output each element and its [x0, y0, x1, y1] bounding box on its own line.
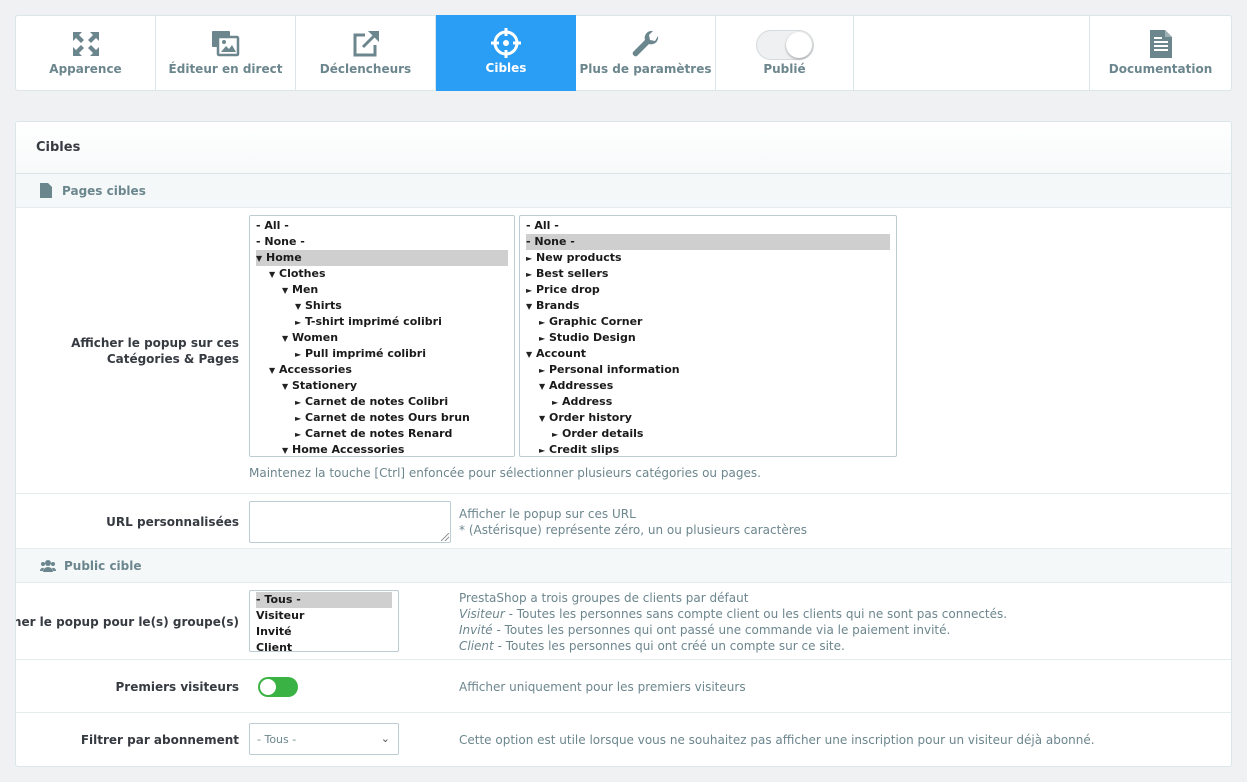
- list-option[interactable]: ► Studio Design: [526, 330, 890, 346]
- tab-label: Éditeur en direct: [168, 62, 283, 76]
- tab-targets[interactable]: Cibles: [436, 15, 576, 91]
- list-option[interactable]: ▼ Order history: [526, 410, 890, 426]
- groups-help: PrestaShop a trois groupes de clients pa…: [459, 591, 1008, 653]
- list-option[interactable]: ▼ Home: [256, 250, 508, 266]
- toolbar-spacer: [854, 16, 1090, 90]
- list-option[interactable]: ▼ Addresses: [526, 378, 890, 394]
- list-option[interactable]: - None -: [526, 234, 890, 250]
- list-option[interactable]: ▼ Account: [526, 346, 890, 362]
- list-option[interactable]: ▼ Stationery: [256, 378, 508, 394]
- first-visitors-row: Premiers visiteurs Afficher uniquement p…: [16, 660, 1231, 713]
- tab-label: Documentation: [1108, 62, 1213, 76]
- published-label: Publié: [763, 62, 806, 76]
- list-option[interactable]: Visiteur: [256, 608, 392, 624]
- subscription-select[interactable]: - Tous - ⌄: [249, 723, 399, 755]
- tab-triggers[interactable]: Déclencheurs: [296, 16, 436, 90]
- list-option[interactable]: ▼ Clothes: [256, 266, 508, 282]
- categories-listbox[interactable]: - All -- None - ▼ Home ▼ Clothes ▼ Men ▼ Shirts ►…: [249, 215, 515, 457]
- tab-more-settings[interactable]: Plus de paramètres: [576, 16, 716, 90]
- list-option[interactable]: - All -: [526, 218, 890, 234]
- section-target-audience: Public cible: [16, 549, 1231, 583]
- external-link-icon: [350, 28, 382, 60]
- tab-label: Déclencheurs: [319, 62, 412, 76]
- list-option[interactable]: ▼ Shirts: [256, 298, 508, 314]
- list-option[interactable]: - None -: [256, 234, 508, 250]
- list-option[interactable]: Client: [256, 640, 392, 651]
- section-title: Public cible: [64, 558, 142, 573]
- tab-label: Apparence: [49, 62, 122, 76]
- categories-pages-row: Afficher le popup sur ces Catégories & P…: [16, 208, 1231, 494]
- list-option[interactable]: - Tous -: [256, 592, 392, 608]
- list-option[interactable]: ► Address: [526, 394, 890, 410]
- section-title: Pages cibles: [62, 183, 146, 198]
- list-option[interactable]: Invité: [256, 624, 392, 640]
- list-option[interactable]: ► Order details: [526, 426, 890, 442]
- list-option[interactable]: ► Personal information: [526, 362, 890, 378]
- chevron-down-icon: ⌄: [380, 732, 390, 745]
- list-option[interactable]: ► Price drop: [526, 282, 890, 298]
- published-switch[interactable]: [755, 30, 814, 60]
- targets-panel: Cibles Pages cibles Afficher le popup su…: [15, 121, 1232, 767]
- crosshair-icon: [490, 27, 522, 59]
- images-icon: [210, 28, 242, 60]
- list-option[interactable]: ► New products: [526, 250, 890, 266]
- tab-apparence[interactable]: Apparence: [16, 16, 156, 90]
- file-icon: [40, 183, 54, 199]
- list-option[interactable]: ▼ Men: [256, 282, 508, 298]
- users-icon: [40, 558, 56, 574]
- section-target-pages: Pages cibles: [16, 174, 1231, 208]
- pages-listbox[interactable]: - All -- None - ► New products ► Best seller…: [519, 215, 897, 457]
- url-label: URL personnalisées: [106, 515, 239, 529]
- list-option[interactable]: ► T-shirt imprimé colibri: [256, 314, 508, 330]
- top-toolbar: Apparence Éditeur en direct Déclencheurs…: [15, 15, 1232, 91]
- tab-label: Plus de paramètres: [579, 62, 712, 76]
- document-icon: [1145, 28, 1177, 60]
- categories-label: Afficher le popup sur ces Catégories & P…: [71, 336, 239, 366]
- expand-icon: [70, 28, 102, 60]
- list-option[interactable]: ▼ Home Accessories: [256, 442, 508, 456]
- list-option[interactable]: ▼ Brands: [526, 298, 890, 314]
- groups-label: Afficher le popup pour le(s) groupe(s): [16, 615, 239, 629]
- list-option[interactable]: ► Credit slips: [526, 442, 890, 456]
- list-option[interactable]: ► Carnet de notes Renard: [256, 426, 508, 442]
- list-option[interactable]: ▼ Accessories: [256, 362, 508, 378]
- first-visitors-switch[interactable]: [258, 677, 298, 697]
- tab-live-editor[interactable]: Éditeur en direct: [156, 16, 296, 90]
- tab-label: Cibles: [485, 61, 527, 75]
- ctrl-help: Maintenez la touche [Ctrl] enfoncée pour…: [249, 466, 761, 480]
- custom-url-textarea[interactable]: [249, 501, 451, 543]
- list-option[interactable]: ► Carnet de notes Colibri: [256, 394, 508, 410]
- subscription-help: Cette option est utile lorsque vous ne s…: [459, 733, 1095, 747]
- custom-url-row: URL personnalisées Afficher le popup sur…: [16, 494, 1231, 549]
- subscription-row: Filtrer par abonnement - Tous - ⌄ Cette …: [16, 713, 1231, 766]
- list-option[interactable]: ► Graphic Corner: [526, 314, 890, 330]
- list-option[interactable]: ► Carnet de notes Ours brun: [256, 410, 508, 426]
- groups-listbox[interactable]: - Tous - Visiteur Invité Client: [249, 590, 399, 652]
- groups-row: Afficher le popup pour le(s) groupe(s) -…: [16, 583, 1231, 660]
- published-toggle[interactable]: Publié: [716, 16, 854, 90]
- list-option[interactable]: - All -: [256, 218, 508, 234]
- subscription-label: Filtrer par abonnement: [80, 733, 239, 747]
- resize-grip[interactable]: [441, 533, 449, 541]
- tab-documentation[interactable]: Documentation: [1090, 16, 1231, 90]
- first-visitors-label: Premiers visiteurs: [115, 680, 239, 694]
- url-help: Afficher le popup sur ces URL * (Astéris…: [459, 507, 807, 537]
- list-option[interactable]: ► Pull imprimé colibri: [256, 346, 508, 362]
- panel-title: Cibles: [16, 122, 1231, 174]
- first-visitors-help: Afficher uniquement pour les premiers vi…: [459, 680, 746, 694]
- list-option[interactable]: ► Best sellers: [526, 266, 890, 282]
- list-option[interactable]: ▼ Women: [256, 330, 508, 346]
- wrench-icon: [630, 28, 662, 60]
